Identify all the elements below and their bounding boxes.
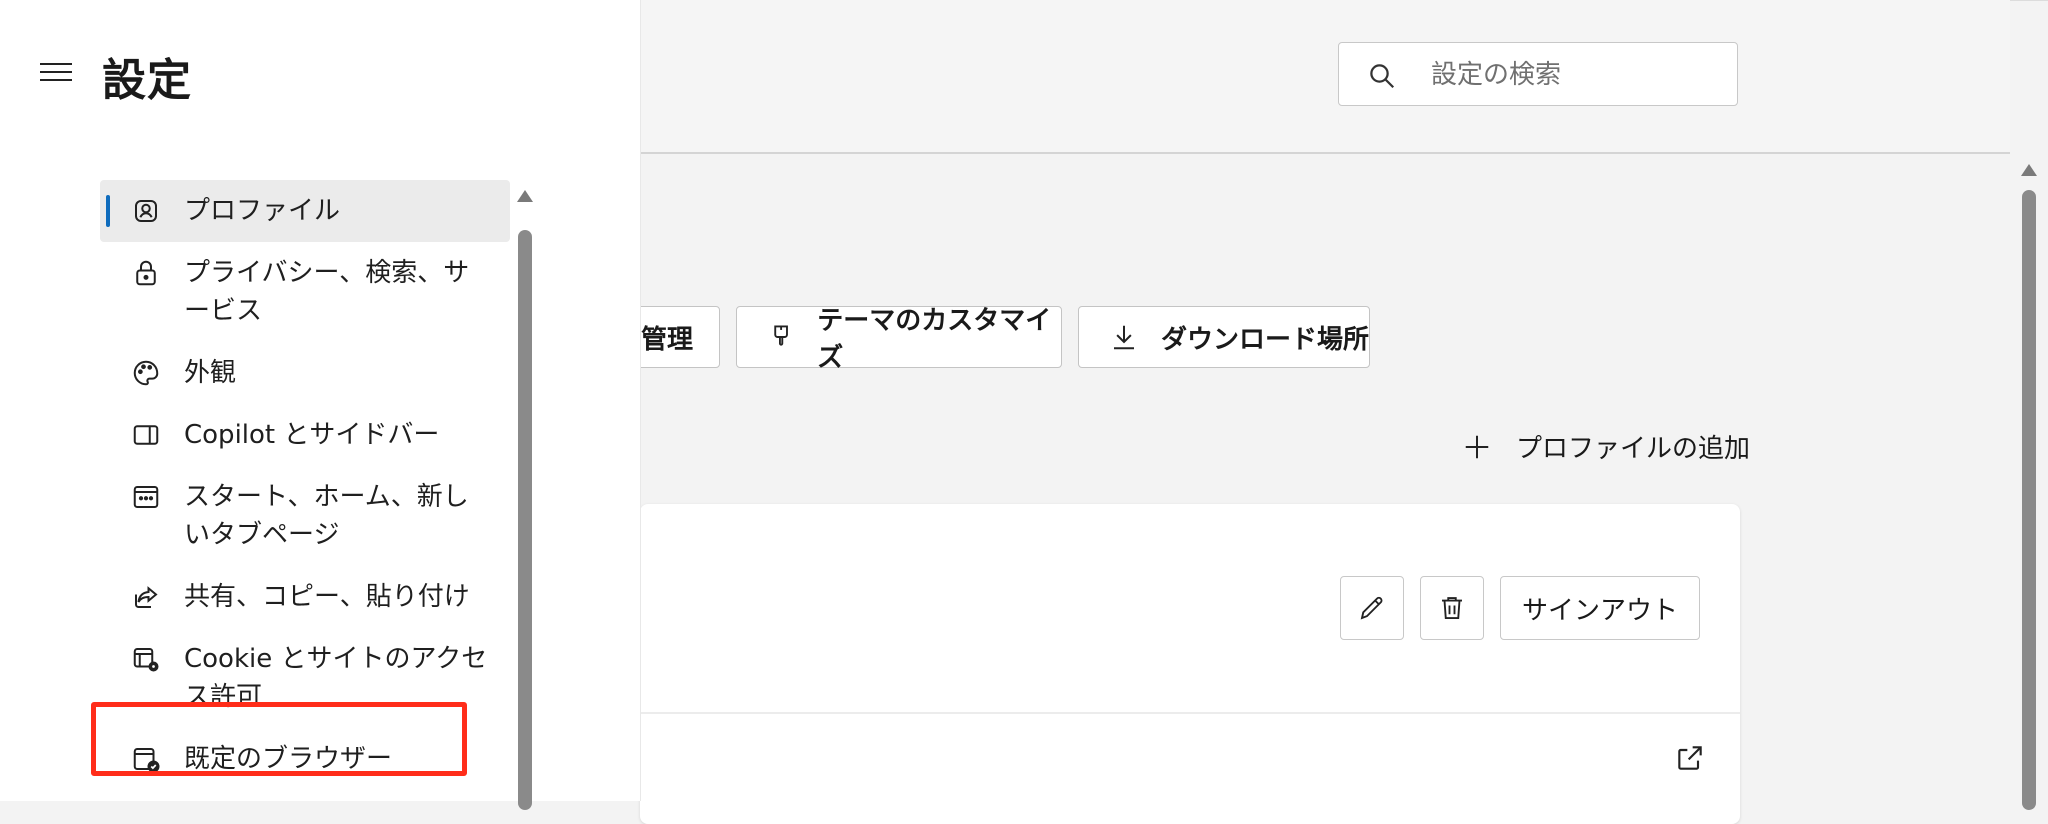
scrollbar-thumb[interactable] — [518, 230, 532, 810]
sidebar-item-copilot[interactable]: Copilot とサイドバー — [100, 404, 510, 466]
sidebar-item-label: プロファイル — [184, 196, 341, 226]
sidebar-item-label: スタート、ホーム、新しいタブページ — [184, 482, 469, 550]
scroll-up-icon[interactable] — [2021, 164, 2037, 176]
sidebar-item-label: プライバシー、検索、サービス — [184, 258, 470, 326]
search-input[interactable] — [1429, 53, 1723, 97]
settings-sidebar: 設定 プロファイル プライバシー、検索、サービス 外観 Copilot とサイド… — [0, 0, 641, 810]
add-profile-label: プロファイルの追加 — [1516, 434, 1751, 464]
card-divider — [640, 712, 1740, 714]
download-icon — [1114, 325, 1134, 350]
sidebar-scrollbar[interactable] — [516, 186, 534, 810]
add-profile-button[interactable]: プロファイルの追加 — [1462, 428, 1750, 465]
settings-nav: プロファイル プライバシー、検索、サービス 外観 Copilot とサイドバー … — [100, 180, 510, 790]
sidebar-item-label: Copilot とサイドバー — [184, 420, 440, 450]
sidebar-item-cookies[interactable]: Cookie とサイトのアクセス許可 — [100, 628, 510, 728]
sidebar-icon — [128, 416, 164, 454]
brush-icon — [774, 325, 788, 346]
search-icon — [1370, 64, 1395, 89]
site-permissions-icon — [128, 640, 164, 678]
manage-label: 管理 — [640, 324, 693, 355]
profile-icon — [128, 192, 164, 230]
content-scrollbar[interactable] — [2016, 160, 2042, 810]
scrollbar-thumb[interactable] — [2022, 190, 2036, 810]
manage-button[interactable]: 管理 — [630, 306, 720, 368]
sidebar-item-appearance[interactable]: 外観 — [100, 342, 510, 404]
new-tab-icon — [128, 478, 164, 516]
sign-out-button[interactable]: サインアウト — [1500, 576, 1700, 640]
sidebar-item-default-browser[interactable]: 既定のブラウザー — [100, 728, 510, 790]
plus-icon — [1465, 435, 1489, 458]
trash-icon — [1442, 597, 1462, 619]
edit-profile-button[interactable] — [1340, 576, 1404, 640]
content-header — [640, 0, 2010, 154]
page-title: 設定 — [102, 55, 192, 106]
menu-icon[interactable] — [40, 63, 72, 85]
scroll-up-icon[interactable] — [517, 190, 533, 202]
sidebar-item-label: 既定のブラウザー — [184, 744, 393, 774]
external-link-icon[interactable] — [1674, 742, 1706, 774]
lock-icon — [128, 254, 164, 292]
sidebar-item-start-home[interactable]: スタート、ホーム、新しいタブページ — [100, 466, 510, 566]
sidebar-item-privacy[interactable]: プライバシー、検索、サービス — [100, 242, 510, 342]
sidebar-item-share[interactable]: 共有、コピー、貼り付け — [100, 566, 510, 628]
search-box[interactable] — [1338, 42, 1738, 106]
delete-profile-button[interactable] — [1420, 576, 1484, 640]
profile-card: サインアウト — [640, 504, 1740, 824]
sidebar-item-label: Cookie とサイトのアクセス許可 — [184, 644, 488, 712]
download-location-label: ダウンロード場所 — [1161, 324, 1370, 355]
default-browser-icon — [128, 740, 164, 778]
share-icon — [128, 578, 164, 616]
sidebar-item-profile[interactable]: プロファイル — [100, 180, 510, 242]
pencil-icon — [1360, 596, 1383, 620]
customize-theme-label: テーマのカスタマイズ — [817, 306, 1052, 373]
customize-theme-button[interactable]: テーマのカスタマイズ — [736, 306, 1062, 373]
sidebar-item-label: 共有、コピー、貼り付け — [184, 582, 470, 612]
settings-content: 管理 テーマのカスタマイズ ダウンロード場所 プロファイルの追加 サインアウト — [630, 0, 2048, 824]
sidebar-item-label: 外観 — [184, 358, 237, 388]
palette-icon — [128, 354, 164, 392]
download-location-button[interactable]: ダウンロード場所 — [1078, 306, 1370, 368]
